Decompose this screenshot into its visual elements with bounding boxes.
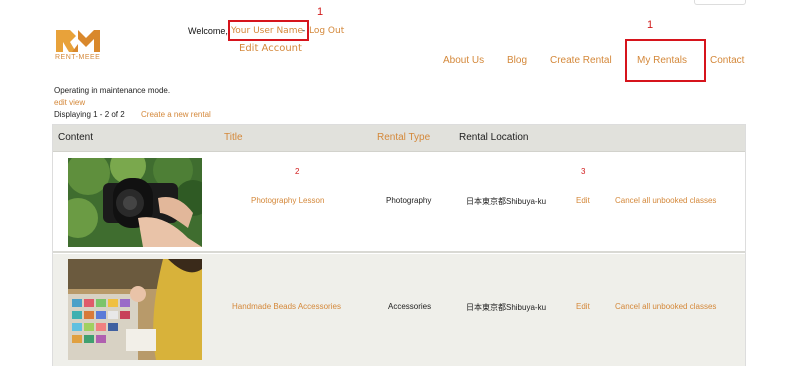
nav-blog[interactable]: Blog [507,55,527,66]
table-header: Content Title Rental Type Rental Locatio… [53,125,745,152]
displaying-count: Displaying 1 - 2 of 2 [54,110,125,119]
cancel-unbooked-link[interactable]: Cancel all unbooked classes [615,302,716,311]
table-row: Photography Lesson Photography 日本東京都Shib… [53,152,745,253]
edit-link[interactable]: Edit [576,196,590,205]
separator: - [302,26,306,36]
rental-type: Photography [386,196,432,205]
rental-type: Accessories [388,302,432,311]
rental-title-link[interactable]: Photography Lesson [251,196,324,205]
table-row: Handmade Beads Accessories Accessories 日… [53,254,745,366]
username-link[interactable]: Your User Name [231,26,303,36]
nav-my-rentals[interactable]: My Rentals [637,55,687,66]
edit-view-link[interactable]: edit view [54,98,85,107]
logo-mark-icon [56,30,100,52]
camera-photo [68,158,202,247]
annotation-marker-3: 3 [581,167,586,176]
beads-photo [68,259,202,360]
annotation-marker-1: 1 [317,6,324,18]
annotation-marker-2: 2 [295,167,300,176]
header-rental-type-sort[interactable]: Rental Type [377,132,430,143]
nav-create-rental[interactable]: Create Rental [550,55,612,66]
rental-location: 日本東京都Shibuya-ku [466,197,547,206]
cancel-unbooked-link[interactable]: Cancel all unbooked classes [615,196,716,205]
edit-link[interactable]: Edit [576,302,590,311]
rental-location: 日本東京都Shibuya-ku [466,303,547,312]
header-content: Content [58,132,94,143]
rent-meee-logo[interactable] [56,30,100,70]
rentals-table: Content Title Rental Type Rental Locatio… [52,124,746,366]
logout-link[interactable]: Log Out [309,26,344,36]
nav-contact[interactable]: Contact [710,55,744,66]
maintenance-notice: Operating in maintenance mode. [54,86,171,95]
logo-text: RENT-MEEE [55,54,101,61]
header-rental-location: Rental Location [459,132,529,143]
header-title-sort[interactable]: Title [224,132,243,143]
annotation-marker-1-nav: 1 [647,19,654,31]
welcome-text: Welcome, [188,26,228,36]
nav-about-us[interactable]: About Us [443,55,484,66]
create-rental-link[interactable]: Create a new rental [141,110,211,119]
rental-title-link[interactable]: Handmade Beads Accessories [232,302,341,311]
top-right-tab[interactable] [694,0,746,5]
edit-account-link[interactable]: Edit Account [239,43,302,54]
